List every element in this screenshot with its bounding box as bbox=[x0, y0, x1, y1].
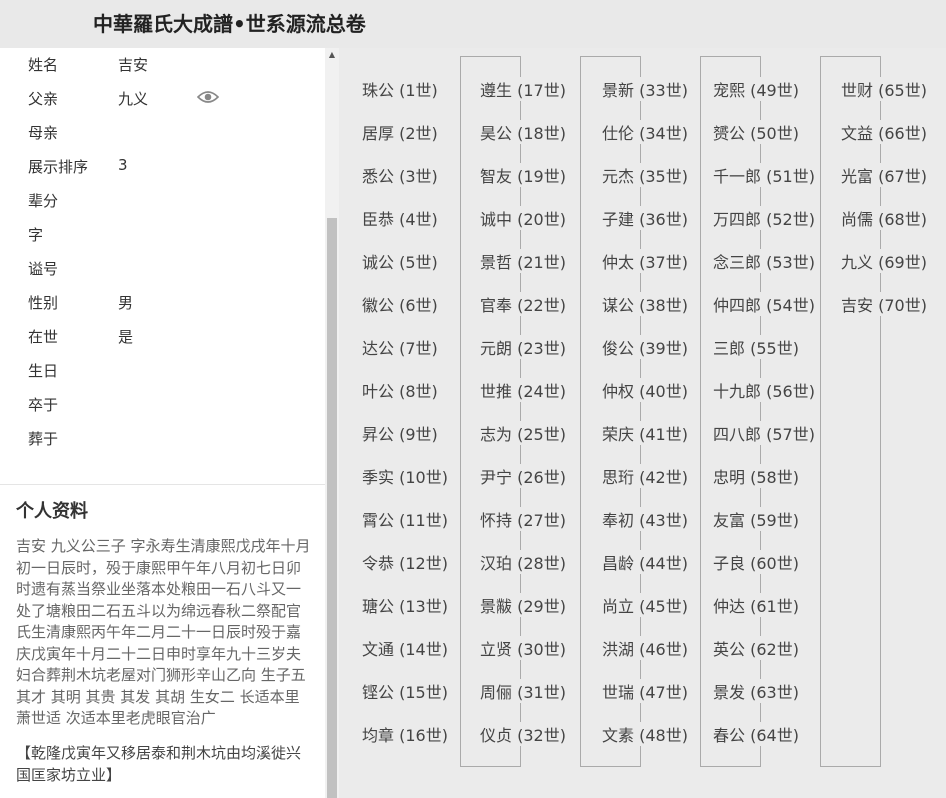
generation-item[interactable]: 瑭公 (13世) bbox=[361, 593, 449, 617]
burial-label: 葬于 bbox=[28, 430, 59, 448]
generation-item[interactable]: 英公 (62世) bbox=[712, 636, 800, 660]
generation-item[interactable]: 均章 (16世) bbox=[361, 722, 449, 746]
father-label: 父亲 bbox=[28, 90, 59, 108]
generation-item[interactable]: 怀持 (27世) bbox=[479, 507, 567, 531]
generation-item[interactable]: 世推 (24世) bbox=[479, 378, 567, 402]
generation-item[interactable]: 千一郎 (51世) bbox=[712, 163, 816, 187]
generation-item[interactable]: 仲四郎 (54世) bbox=[712, 292, 816, 316]
generation-item[interactable]: 念三郎 (53世) bbox=[712, 249, 816, 273]
page-title: 中華羅氏大成譜•世系源流总卷 bbox=[93, 12, 366, 36]
generation-item[interactable]: 思珩 (42世) bbox=[601, 464, 689, 488]
generation-item[interactable]: 臣恭 (4世) bbox=[361, 206, 439, 230]
generation-item[interactable]: 万四郎 (52世) bbox=[712, 206, 816, 230]
generation-item[interactable]: 世瑞 (47世) bbox=[601, 679, 689, 703]
generation-item[interactable]: 元杰 (35世) bbox=[601, 163, 689, 187]
generation-item[interactable]: 仪贞 (32世) bbox=[479, 722, 567, 746]
generation-item[interactable]: 昌龄 (44世) bbox=[601, 550, 689, 574]
bio-text: 吉安 九义公三子 字永寿生清康熙戊戌年十月初一日辰时，殁于康熙甲午年八月初七日卯… bbox=[16, 537, 311, 727]
mother-label: 母亲 bbox=[28, 124, 59, 142]
generation-item[interactable]: 立贤 (30世) bbox=[479, 636, 567, 660]
generation-item[interactable]: 尹宁 (26世) bbox=[479, 464, 567, 488]
generation-item[interactable]: 智友 (19世) bbox=[479, 163, 567, 187]
generation-item[interactable]: 文通 (14世) bbox=[361, 636, 449, 660]
bio-note: 【乾隆戊寅年又移居泰和荆木坑由均溪徙兴国匡家坊立业】 bbox=[16, 744, 302, 784]
generation-item[interactable]: 珠公 (1世) bbox=[361, 77, 439, 101]
generation-item[interactable]: 洪湖 (46世) bbox=[601, 636, 689, 660]
alive-value: 是 bbox=[118, 328, 134, 346]
generation-item[interactable]: 仲太 (37世) bbox=[601, 249, 689, 273]
generation-item[interactable]: 景哲 (21世) bbox=[479, 249, 567, 273]
generation-item[interactable]: 谋公 (38世) bbox=[601, 292, 689, 316]
generation-item[interactable]: 诚中 (20世) bbox=[479, 206, 567, 230]
generation-item[interactable]: 遵生 (17世) bbox=[479, 77, 567, 101]
generation-item[interactable]: 四八郎 (57世) bbox=[712, 421, 816, 445]
generation-item[interactable]: 尚立 (45世) bbox=[601, 593, 689, 617]
generation-item[interactable]: 九义 (69世) bbox=[840, 249, 928, 273]
generation-item[interactable]: 宠熙 (49世) bbox=[712, 77, 800, 101]
generation-item[interactable]: 官奉 (22世) bbox=[479, 292, 567, 316]
generation-item[interactable]: 友富 (59世) bbox=[712, 507, 800, 531]
generation-item[interactable]: 仕伦 (34世) bbox=[601, 120, 689, 144]
generation-item[interactable]: 仲达 (61世) bbox=[712, 593, 800, 617]
scroll-thumb[interactable] bbox=[327, 218, 337, 798]
death-label: 卒于 bbox=[28, 396, 59, 414]
generation-item[interactable]: 达公 (7世) bbox=[361, 335, 439, 359]
name-label: 姓名 bbox=[28, 56, 59, 74]
generation-item[interactable]: 铿公 (15世) bbox=[361, 679, 449, 703]
scrollbar[interactable]: ▲ bbox=[325, 48, 339, 798]
generation-item[interactable]: 景新 (33世) bbox=[601, 77, 689, 101]
eye-icon[interactable] bbox=[197, 90, 219, 104]
generation-item[interactable]: 文素 (48世) bbox=[601, 722, 689, 746]
generation-item[interactable]: 季实 (10世) bbox=[361, 464, 449, 488]
generation-item[interactable]: 诚公 (5世) bbox=[361, 249, 439, 273]
generation-item[interactable]: 居厚 (2世) bbox=[361, 120, 439, 144]
generation-item[interactable]: 十九郎 (56世) bbox=[712, 378, 816, 402]
header-bar: 中華羅氏大成譜•世系源流总卷 bbox=[0, 0, 946, 48]
generation-item[interactable]: 周俪 (31世) bbox=[479, 679, 567, 703]
birth-label: 生日 bbox=[28, 362, 59, 380]
scroll-up-arrow-icon[interactable]: ▲ bbox=[325, 48, 339, 62]
posthumous-label: 谥号 bbox=[28, 260, 59, 278]
generation-item[interactable]: 吉安 (70世) bbox=[840, 292, 928, 316]
generation-item[interactable]: 仲权 (40世) bbox=[601, 378, 689, 402]
generation-item[interactable]: 子良 (60世) bbox=[712, 550, 800, 574]
generation-item[interactable]: 春公 (64世) bbox=[712, 722, 800, 746]
father-value: 九义 bbox=[118, 90, 149, 108]
bio-title: 个人资料 bbox=[16, 501, 88, 522]
generation-item[interactable]: 荣庆 (41世) bbox=[601, 421, 689, 445]
generation-item[interactable]: 志为 (25世) bbox=[479, 421, 567, 445]
generation-item[interactable]: 奉初 (43世) bbox=[601, 507, 689, 531]
order-label: 展示排序 bbox=[28, 158, 89, 176]
generation-item[interactable]: 尚儒 (68世) bbox=[840, 206, 928, 230]
generation-item[interactable]: 忠明 (58世) bbox=[712, 464, 800, 488]
divider bbox=[0, 484, 325, 485]
courtesy-label: 字 bbox=[28, 226, 44, 244]
generation-item[interactable]: 元朗 (23世) bbox=[479, 335, 567, 359]
gender-label: 性别 bbox=[28, 294, 59, 312]
generation-item[interactable]: 昇公 (9世) bbox=[361, 421, 439, 445]
generation-item[interactable]: 霄公 (11世) bbox=[361, 507, 449, 531]
generation-item[interactable]: 子建 (36世) bbox=[601, 206, 689, 230]
generation-item[interactable]: 令恭 (12世) bbox=[361, 550, 449, 574]
generation-item[interactable]: 悉公 (3世) bbox=[361, 163, 439, 187]
order-value: 3 bbox=[118, 156, 128, 174]
generation-item[interactable]: 文益 (66世) bbox=[840, 120, 928, 144]
generation-item[interactable]: 赟公 (50世) bbox=[712, 120, 800, 144]
generation-item[interactable]: 昊公 (18世) bbox=[479, 120, 567, 144]
generation-item[interactable]: 徽公 (6世) bbox=[361, 292, 439, 316]
generation-item[interactable]: 景发 (63世) bbox=[712, 679, 800, 703]
generation-item[interactable]: 三郎 (55世) bbox=[712, 335, 800, 359]
lineage-panel: 珠公 (1世) 遵生 (17世) 景新 (33世) 宠熙 (49世) 世财 (65世) 居… bbox=[339, 48, 946, 798]
name-value: 吉安 bbox=[118, 56, 149, 74]
generation-item[interactable]: 光富 (67世) bbox=[840, 163, 928, 187]
generation-item[interactable]: 汉珀 (28世) bbox=[479, 550, 567, 574]
profile-panel: 姓名 吉安 父亲 九义 母亲 展示排序 3 辈分 字 谥号 性别 男 在世 是 … bbox=[0, 48, 325, 798]
gender-value: 男 bbox=[118, 294, 134, 312]
alive-label: 在世 bbox=[28, 328, 59, 346]
generation-item[interactable]: 叶公 (8世) bbox=[361, 378, 439, 402]
generation-item[interactable]: 俊公 (39世) bbox=[601, 335, 689, 359]
generation-item[interactable]: 景黻 (29世) bbox=[479, 593, 567, 617]
generation-item[interactable]: 世财 (65世) bbox=[840, 77, 928, 101]
generation-label: 辈分 bbox=[28, 192, 59, 210]
